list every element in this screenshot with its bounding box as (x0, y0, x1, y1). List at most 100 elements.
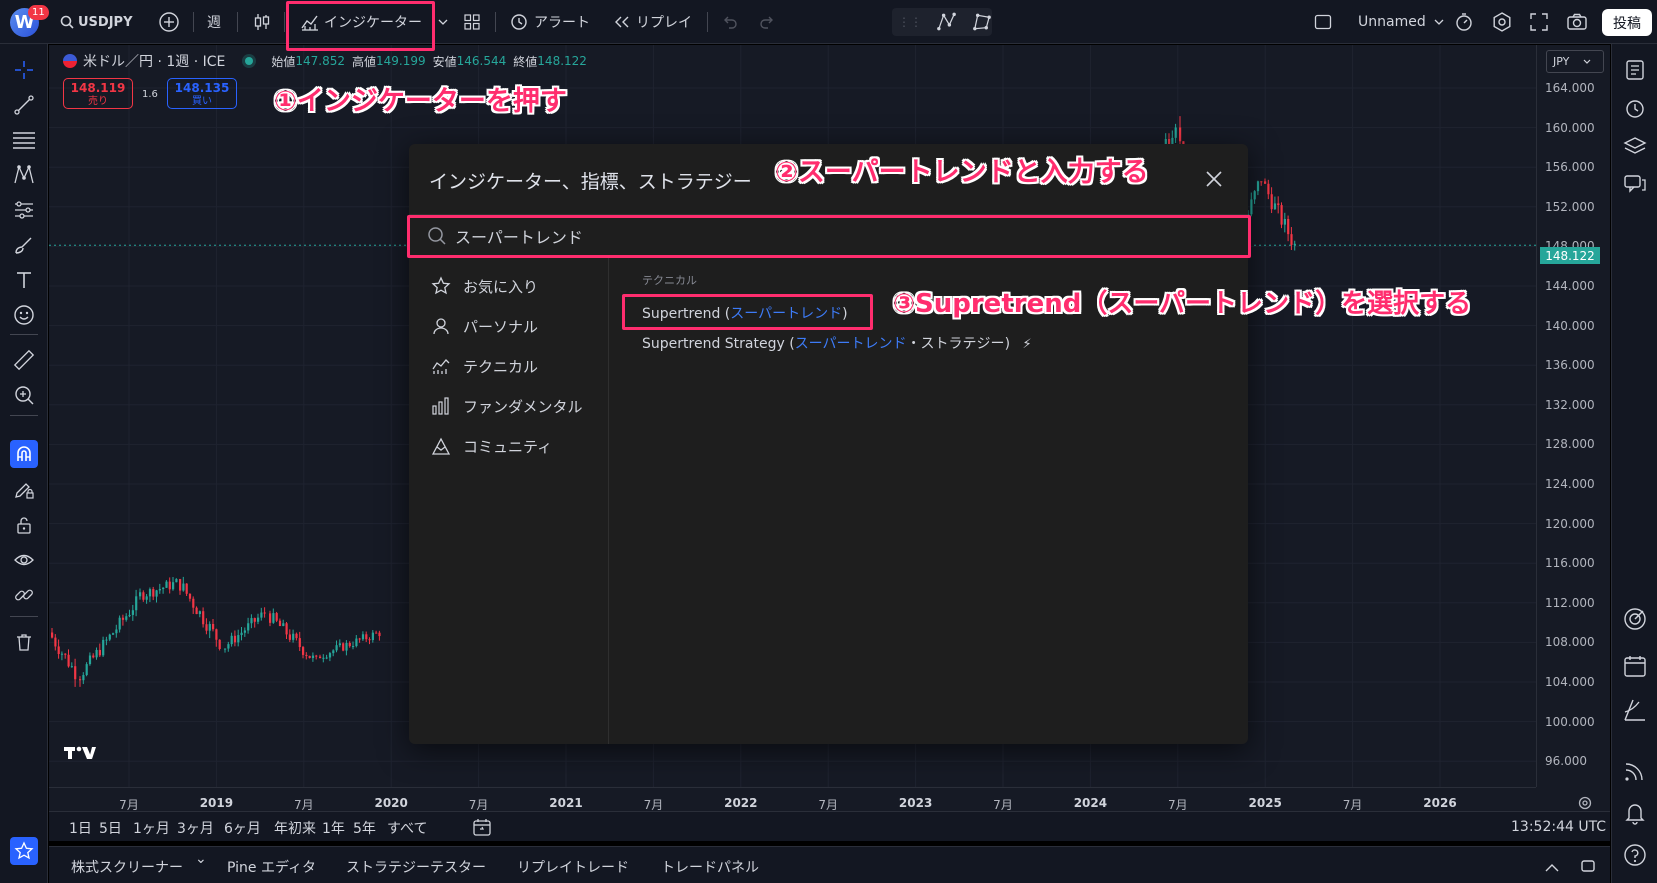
text-tool[interactable] (10, 266, 38, 294)
dialog-close-button[interactable] (1201, 166, 1227, 192)
price-tick-label: 152.000 (1545, 199, 1595, 214)
pattern-tool[interactable] (10, 161, 38, 189)
zoom-tool[interactable] (10, 381, 38, 409)
pine-editor-button[interactable] (1620, 695, 1650, 725)
time-tick-label: 2026 (1423, 796, 1457, 810)
settings-button[interactable] (1491, 8, 1513, 36)
range-button[interactable]: 年初来 (274, 818, 316, 838)
lock-drawings-button[interactable] (10, 511, 38, 539)
range-button[interactable]: 1ヶ月 (133, 818, 170, 838)
collapse-panel-button[interactable] (1544, 859, 1560, 878)
candle-body (375, 632, 378, 634)
candle-body (1293, 243, 1296, 245)
chart-type-button[interactable] (252, 8, 272, 36)
publish-button[interactable]: 投稿 (1602, 9, 1652, 36)
category-favorites[interactable]: お気に入り (431, 274, 538, 298)
candle-body (195, 607, 198, 615)
bottom-tab[interactable]: トレードパネル (661, 857, 759, 877)
price-tick-label: 164.000 (1545, 81, 1595, 95)
symbol-search-button[interactable]: USDJPY (60, 8, 133, 36)
brush-tool[interactable] (10, 231, 38, 259)
tradingview-logo[interactable] (64, 745, 96, 766)
category-fundamental[interactable]: ファンダメンタル (431, 394, 583, 418)
replay-button[interactable]: リプレイ (613, 8, 692, 36)
interval-button[interactable]: 週 (207, 8, 221, 36)
trend-line-tool[interactable] (10, 91, 38, 119)
link-icon (15, 589, 33, 601)
emoji-tool[interactable] (10, 301, 38, 329)
redo-button[interactable] (759, 8, 775, 36)
price-tick-label: 132.000 (1545, 397, 1595, 412)
price-scale[interactable]: 164.000160.000156.000152.000148.000144.0… (1536, 45, 1610, 787)
category-personal[interactable]: パーソナル (431, 314, 538, 338)
fullscreen-button[interactable] (1529, 8, 1549, 36)
candle-body (51, 632, 54, 638)
range-button[interactable]: 5日 (99, 818, 122, 838)
category-technical[interactable]: テクニカル (431, 354, 538, 378)
calendar-button[interactable] (1620, 651, 1650, 681)
chevron-down-icon: ⌄ (195, 851, 207, 867)
right-sidebar (1611, 44, 1657, 883)
alerts-panel-button[interactable] (1620, 93, 1650, 123)
go-to-date-button[interactable] (472, 817, 492, 841)
notifications-button[interactable] (1620, 798, 1650, 828)
help-button[interactable] (1620, 840, 1650, 870)
bottom-tab[interactable]: リプレイトレード (517, 857, 629, 877)
category-community[interactable]: コミュニティ (431, 434, 552, 458)
hide-drawings-button[interactable] (10, 546, 38, 574)
result-supertrend-strategy[interactable]: Supertrend Strategy (スーパートレンド・ストラテジー) ⚡ (642, 333, 1032, 353)
crosshair-tool[interactable] (10, 56, 38, 84)
snapshot-button[interactable] (1566, 8, 1588, 36)
bottom-tab[interactable]: Pine エディタ (227, 857, 316, 877)
magnet-mode-button[interactable] (10, 440, 38, 468)
ideas-button[interactable] (1620, 604, 1650, 634)
time-tick-label: 2020 (374, 796, 408, 810)
range-button[interactable]: 1日 (69, 818, 92, 838)
drag-handle-icon[interactable]: ⋮⋮ (898, 15, 922, 29)
forecast-tool[interactable] (10, 196, 38, 224)
indicator-templates-dropdown[interactable] (438, 8, 448, 36)
sell-button[interactable]: 148.119 売り (63, 78, 133, 109)
measure-tool[interactable] (10, 346, 38, 374)
candle-body (263, 612, 266, 614)
bar-chart-icon (432, 397, 449, 415)
polygon-tool-icon[interactable] (971, 11, 992, 33)
stay-in-drawing-mode-button[interactable] (10, 476, 38, 504)
compare-symbol-button[interactable] (158, 8, 180, 36)
candle-body (108, 634, 111, 640)
category-label: テクニカル (463, 357, 539, 376)
candle-body (298, 638, 301, 648)
range-button[interactable]: 3ヶ月 (177, 818, 214, 838)
quick-search-button[interactable] (1453, 8, 1475, 36)
watchlist-button[interactable] (1620, 55, 1650, 85)
pattern-tool-icon[interactable] (936, 11, 957, 33)
maximize-panel-button[interactable] (1580, 858, 1596, 878)
range-button[interactable]: 5年 (353, 818, 376, 838)
range-button[interactable]: 1年 (322, 818, 345, 838)
signals-button[interactable] (1620, 756, 1650, 786)
candle-body (57, 646, 60, 655)
strategy-icon: ⚡ (1022, 337, 1032, 352)
bottom-tab[interactable]: 株式スクリーナー (71, 857, 183, 877)
object-tree-button[interactable] (1620, 131, 1650, 161)
buy-button[interactable]: 148.135 買い (167, 78, 237, 109)
alert-button[interactable]: アラート (509, 8, 590, 36)
favorites-toolbar-button[interactable] (10, 837, 38, 865)
clock-utc[interactable]: 13:52:44 UTC (1511, 819, 1606, 835)
market-status-dot (245, 57, 254, 65)
toolbar-divider (284, 12, 285, 32)
range-button[interactable]: 6ヶ月 (224, 818, 261, 838)
layout-grid-button[interactable] (463, 8, 481, 36)
currency-select[interactable]: JPY (1546, 50, 1604, 73)
sync-drawings-button[interactable] (10, 581, 38, 609)
candle-body (152, 589, 155, 597)
undo-button[interactable] (722, 8, 738, 36)
candle-body (121, 617, 125, 620)
remove-drawings-button[interactable] (10, 628, 38, 656)
chats-button[interactable] (1620, 169, 1650, 199)
range-button[interactable]: すべて (387, 818, 427, 838)
sell-label: 売り (88, 96, 108, 107)
bottom-tab[interactable]: ストラテジーテスター (346, 857, 486, 877)
horizontal-lines-tool[interactable] (10, 126, 38, 154)
layout-menu-button[interactable]: Unnamed (1314, 8, 1444, 36)
